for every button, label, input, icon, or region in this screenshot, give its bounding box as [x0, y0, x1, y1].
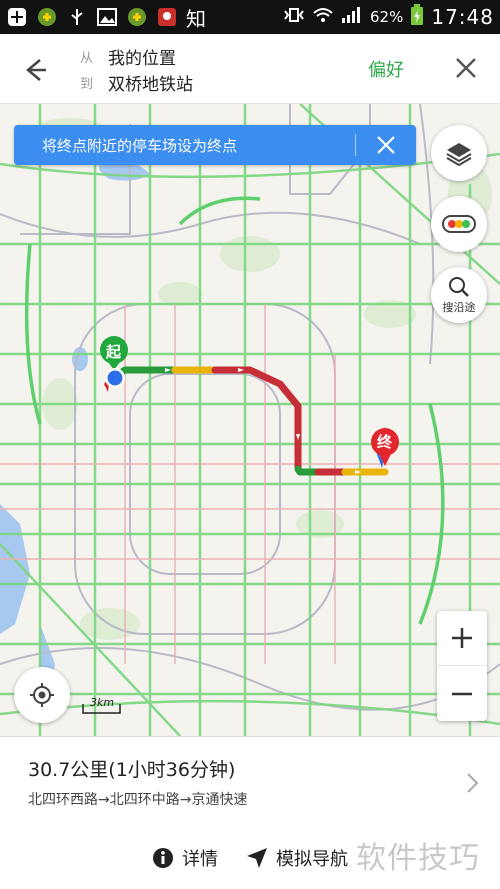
search-icon: [449, 276, 469, 297]
minus-icon: [452, 692, 472, 695]
preference-button[interactable]: 偏好: [368, 56, 404, 82]
zoom-out-button[interactable]: [437, 666, 487, 721]
wifi-icon: [312, 6, 334, 29]
back-arrow-icon: [26, 59, 46, 81]
app-icon: [36, 6, 58, 28]
battery-percent: 62%: [370, 8, 404, 26]
search-along-route-button[interactable]: 搜沿途: [431, 267, 487, 323]
map-view[interactable]: 起 终 将终点附近的停车场设为终点 搜沿途 3km: [0, 104, 500, 736]
parking-notice-banner[interactable]: 将终点附近的停车场设为终点: [14, 125, 416, 165]
location-target-icon: [30, 683, 54, 707]
layers-button[interactable]: [431, 125, 487, 181]
route-distance-time: 30.7公里(1小时36分钟): [28, 759, 236, 781]
origin-key: 从: [80, 50, 94, 66]
map-scale: 3km: [82, 696, 122, 719]
navigation-arrow-icon: [247, 848, 267, 868]
origin-field[interactable]: 从 我的位置: [80, 43, 193, 69]
origin-value: 我的位置: [108, 48, 176, 69]
route-roads: 北四环西路→北四环中路→京通快速: [28, 792, 248, 808]
locate-button[interactable]: [14, 667, 70, 723]
route-summary-panel[interactable]: 30.7公里(1小时36分钟) 北四环西路→北四环中路→京通快速 详情 模拟导航…: [0, 736, 500, 889]
app-icon: [126, 6, 148, 28]
traffic-light-icon: [442, 215, 476, 233]
start-marker-label: 起: [106, 343, 122, 361]
plus-icon: [452, 628, 472, 648]
close-icon: [456, 58, 476, 78]
end-marker-label: 终: [377, 433, 393, 451]
search-along-label: 搜沿途: [442, 300, 476, 314]
layers-icon: [446, 143, 472, 166]
back-button[interactable]: [18, 54, 50, 86]
zoom-in-button[interactable]: [437, 611, 487, 666]
parking-notice-text: 将终点附近的停车场设为终点: [42, 136, 238, 155]
map-canvas: [0, 104, 500, 736]
simulate-label: 模拟导航: [276, 849, 348, 870]
zhihu-icon: 知: [186, 6, 206, 31]
signal-icon: [341, 6, 363, 29]
status-bar: 知 62% 17:48: [0, 0, 500, 34]
traffic-button[interactable]: [431, 196, 487, 252]
notice-close-button[interactable]: [356, 125, 416, 165]
destination-field[interactable]: 到 双桥地铁站: [80, 69, 193, 95]
details-label: 详情: [182, 849, 218, 870]
image-icon: [96, 6, 118, 28]
destination-key: 到: [80, 76, 94, 92]
close-button[interactable]: [452, 54, 480, 82]
clock: 17:48: [431, 5, 494, 29]
zoom-controls: [437, 611, 487, 721]
destination-value: 双桥地铁站: [108, 74, 193, 95]
vibrate-icon: [283, 7, 305, 28]
details-button[interactable]: 详情: [152, 845, 218, 871]
battery-charging-icon: [410, 3, 424, 31]
info-icon: [153, 848, 173, 868]
chevron-right-icon[interactable]: [462, 771, 482, 795]
route-endpoints: 从 我的位置 到 双桥地铁站: [80, 43, 193, 95]
simulate-navigation-button[interactable]: 模拟导航: [246, 845, 348, 871]
add-icon: [6, 6, 28, 28]
usb-icon: [66, 6, 88, 28]
route-header: 从 我的位置 到 双桥地铁站 偏好: [0, 34, 500, 104]
close-icon: [377, 136, 395, 154]
scale-label: 3km: [90, 696, 115, 709]
watermark: 软件技巧: [356, 841, 480, 876]
map-app-icon: [156, 6, 178, 28]
